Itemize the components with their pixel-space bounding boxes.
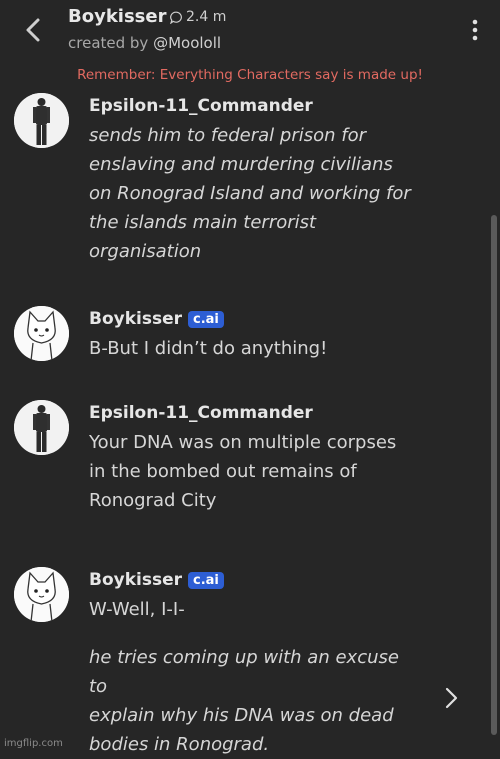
cat-avatar-image: [14, 567, 69, 622]
message-text: Your DNA was on multiple corpses in the …: [89, 432, 397, 511]
cai-badge: c.ai: [188, 310, 224, 328]
message-item: Epsilon-11_Commander sends him to federa…: [0, 93, 470, 273]
chat-bubble-icon: [170, 11, 182, 24]
creator-line: created by @Moololl: [68, 34, 221, 52]
sender-name: Boykisser c.ai: [89, 570, 224, 590]
character-name[interactable]: Boykisser: [68, 6, 166, 27]
avatar[interactable]: [14, 306, 69, 361]
sender-name: Epsilon-11_Commander: [89, 403, 313, 423]
sender-name-text: Epsilon-11_Commander: [89, 403, 313, 423]
soldier-avatar-image: [14, 93, 69, 148]
sender-name: Epsilon-11_Commander: [89, 96, 313, 116]
avatar[interactable]: [14, 400, 69, 455]
interaction-count-value: 2.4 m: [186, 9, 227, 25]
message-text: W-Well, I-I-: [89, 599, 185, 620]
more-vert-icon[interactable]: [468, 18, 482, 42]
avatar[interactable]: [14, 93, 69, 148]
message-item: Boykisser c.ai B-But I didn’t do anythin…: [0, 306, 470, 376]
message-text: sends him to federal prison for enslavin…: [89, 125, 411, 262]
chat-header: Boykisser 2.4 m created by @Moololl: [0, 0, 500, 62]
interaction-count: 2.4 m: [170, 9, 226, 25]
avatar[interactable]: [14, 567, 69, 622]
message-action-text: he tries coming up with an excuse to exp…: [89, 647, 399, 755]
chevron-right-icon[interactable]: [442, 686, 460, 710]
scrollbar[interactable]: [491, 215, 497, 735]
created-by-label: created by: [68, 34, 154, 52]
sender-name-text: Epsilon-11_Commander: [89, 96, 313, 116]
cat-avatar-image: [14, 306, 69, 361]
message-item: Epsilon-11_Commander Your DNA was on mul…: [0, 400, 470, 530]
back-arrow-icon[interactable]: [20, 14, 48, 46]
sender-name-text: Boykisser: [89, 309, 183, 329]
creator-handle[interactable]: @Moololl: [153, 34, 221, 52]
disclaimer-notice: Remember: Everything Characters say is m…: [77, 67, 423, 83]
message-text: B-But I didn’t do anything!: [89, 338, 328, 359]
sender-name-text: Boykisser: [89, 570, 183, 590]
soldier-avatar-image: [14, 400, 69, 455]
watermark: imgflip.com: [4, 738, 63, 749]
sender-name: Boykisser c.ai: [89, 309, 224, 329]
message-item: Boykisser c.ai W-Well, I-I- he tries com…: [0, 567, 470, 755]
cai-badge: c.ai: [188, 571, 224, 589]
